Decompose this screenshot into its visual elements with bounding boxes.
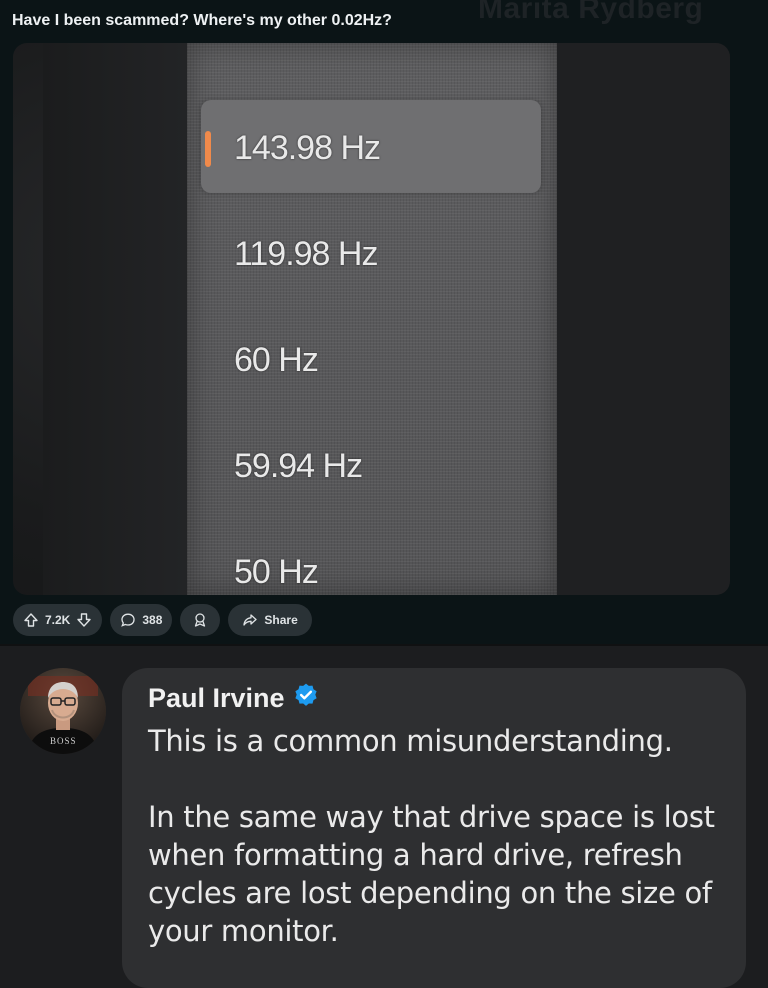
rate-option[interactable]: 119.98 Hz	[234, 235, 378, 274]
post-title[interactable]: Have I been scammed? Where's my other 0.…	[12, 12, 392, 30]
downvote-icon[interactable]	[76, 612, 92, 628]
rate-option-selected[interactable]: 143.98 Hz	[234, 129, 381, 168]
divider	[0, 644, 768, 646]
vote-count: 7.2K	[45, 613, 71, 627]
background-wall	[43, 43, 188, 595]
share-icon	[242, 612, 258, 628]
rate-option[interactable]: 50 Hz	[234, 553, 319, 592]
upvote-icon[interactable]	[23, 612, 39, 628]
vote-control: 7.2K	[13, 604, 103, 636]
comment-icon	[120, 612, 136, 628]
comment-author[interactable]: Paul Irvine	[148, 682, 319, 715]
author-name[interactable]: Paul Irvine	[148, 683, 285, 714]
post-action-bar: 7.2K 388 Share	[13, 604, 312, 636]
background-right	[555, 43, 730, 595]
share-label: Share	[264, 613, 298, 627]
rate-option[interactable]: 59.94 Hz	[234, 447, 363, 486]
share-button[interactable]: Share	[228, 604, 312, 636]
refresh-rate-dropdown: 143.98 Hz 119.98 Hz 60 Hz 59.94 Hz 50 Hz	[187, 43, 557, 595]
award-button[interactable]	[180, 604, 221, 636]
verified-badge-icon	[293, 682, 319, 715]
comment-count: 388	[142, 613, 163, 627]
rate-option[interactable]: 60 Hz	[234, 341, 319, 380]
comment-paragraph: In the same way that drive space is lost…	[148, 800, 715, 948]
watermark: Marita Rydberg	[478, 0, 704, 25]
award-icon	[192, 612, 208, 628]
selection-marker	[205, 131, 211, 167]
avatar[interactable]: BOSS	[20, 668, 106, 754]
comment-paragraph: This is a common misunderstanding.	[148, 724, 673, 758]
post-image[interactable]: 143.98 Hz 119.98 Hz 60 Hz 59.94 Hz 50 Hz	[13, 43, 730, 595]
comment-bubble: Paul Irvine This is a common misundersta…	[122, 668, 746, 988]
reddit-post: Have I been scammed? Where's my other 0.…	[0, 0, 768, 644]
comments-button[interactable]: 388	[110, 604, 173, 636]
avatar-shirt-logo: BOSS	[50, 736, 77, 746]
comment-body: This is a common misunderstanding. In th…	[148, 722, 728, 988]
